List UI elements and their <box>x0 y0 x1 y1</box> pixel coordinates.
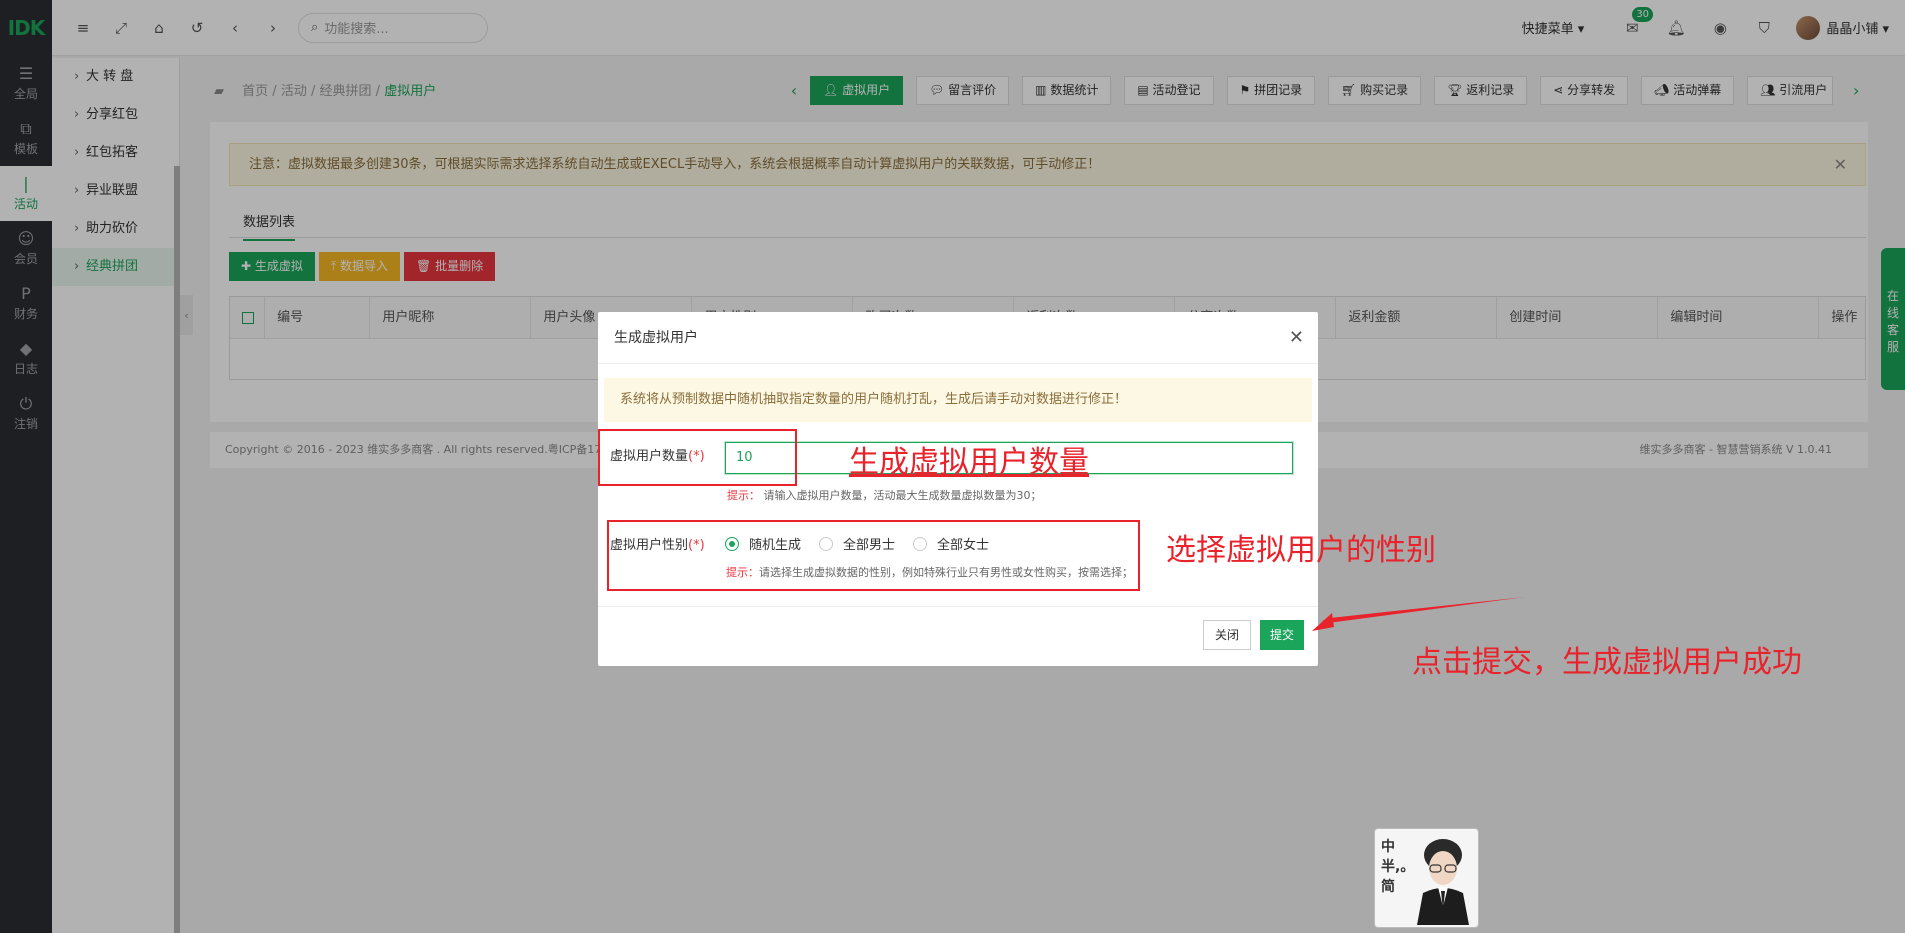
annotation-gender: 选择虚拟用户的性别 <box>1166 533 1436 568</box>
annotation-arrow <box>1312 597 1525 631</box>
dialog-footer: 关闭 提交 <box>598 606 1318 666</box>
promo-text: 中半,。简 <box>1381 839 1415 895</box>
count-hint: 提示： 请输入虚拟用户数量，活动最大生成数量虚拟数量为30； <box>727 487 1042 503</box>
portrait-image <box>1417 839 1469 925</box>
promo-thumbnail[interactable]: 中半,。简 <box>1374 828 1479 928</box>
annotation-count: 生成虚拟用户数量 <box>849 445 1089 480</box>
annotation-submit: 点击提交，生成虚拟用户成功 <box>1412 645 1802 680</box>
dialog-tip: 系统将从预制数据中随机抽取指定数量的用户随机打乱，生成后请手动对数据进行修正！ <box>604 378 1312 422</box>
close-icon[interactable]: ✕ <box>1289 312 1304 364</box>
close-button[interactable]: 关闭 <box>1202 620 1251 650</box>
annotation-box-gender <box>607 520 1140 591</box>
hint-text: 请输入虚拟用户数量，活动最大生成数量虚拟数量为30； <box>763 489 1042 502</box>
annotation-box-submit <box>1256 617 1304 652</box>
dialog-title: 生成虚拟用户 <box>614 330 698 346</box>
generate-virtual-user-dialog: 生成虚拟用户 ✕ 系统将从预制数据中随机抽取指定数量的用户随机打乱，生成后请手动… <box>598 312 1318 666</box>
dialog-header: 生成虚拟用户 ✕ <box>598 312 1318 364</box>
hint-key: 提示： <box>727 489 760 502</box>
annotation-box-count <box>598 429 797 486</box>
